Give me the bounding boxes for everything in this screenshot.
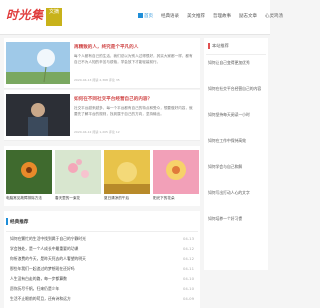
- gallery-item[interactable]: 春天里的一束花: [55, 150, 101, 202]
- sidebar-item[interactable]: 如何在工作中保持高效: [208, 138, 264, 144]
- gallery-item[interactable]: 阳光下的花朵: [153, 150, 199, 202]
- gallery-caption: 春天里的一束花: [55, 194, 101, 202]
- section-accent-bar: [6, 218, 8, 225]
- sidebar-item[interactable]: 如何写出打动人心的文字: [208, 190, 264, 196]
- sidebar-item[interactable]: 如何让自己变得更加优秀: [208, 60, 264, 66]
- sidebar-accent-bar: [208, 43, 210, 49]
- sidebar-item[interactable]: 如何坚持每天阅读一小时: [208, 112, 264, 118]
- post-meta: 2020-04-13 阅读 2,368 评论 35: [74, 78, 120, 82]
- logo-text: 时光集: [6, 8, 44, 22]
- post-card[interactable]: 如何在不同社交平台经营自己的内容？ 社交平台越来越多，每一个平台都有自己的特点和…: [4, 90, 200, 141]
- nav-item-quotes[interactable]: 经典语录: [161, 13, 179, 23]
- home-icon: [138, 13, 143, 18]
- section-header: 经典推荐: [6, 213, 198, 232]
- post-excerpt: 社交平台越来越多，每一个平台都有自己的特点和受众，想要做好内容，就要先了解平台的…: [74, 106, 193, 116]
- gallery-image-blossom: [55, 150, 101, 194]
- list-item[interactable]: 如何在繁忙的生活中找到属于自己的宁静时光 04-13: [10, 235, 194, 245]
- post-excerpt: 每个人都有自己的生活，我们总以为别人过得很好，其实大家都一样，都有自己不为人知的…: [74, 54, 193, 64]
- sidebar-title: 本站推荐: [212, 43, 229, 48]
- post-title[interactable]: 再精致的人，终究是个平凡的人: [74, 44, 194, 50]
- sidebar-header: 本站推荐: [206, 42, 266, 55]
- list-item[interactable]: 愿你历尽千帆，归来仍是少年 04-10: [10, 285, 194, 295]
- list-item[interactable]: 那些年我们一起追过的梦想现在还好吗 04-11: [10, 265, 194, 275]
- section-title: 经典推荐: [10, 220, 29, 225]
- nav-item-stories[interactable]: 哲理故事: [213, 13, 231, 23]
- post-thumbnail-boy[interactable]: [6, 94, 70, 136]
- site-logo[interactable]: 时光集 文摘: [6, 6, 62, 28]
- list-item[interactable]: 人生没有白走的路，每一步都算数 04-10: [10, 275, 194, 285]
- image-gallery: 电脑常见故障排除方法 春天里的一束花 夏日清凉的午后 阳光下的花朵: [4, 146, 200, 206]
- list-item[interactable]: 学会独处，是一个人成长中最重要的功课 04-12: [10, 245, 194, 255]
- post-title[interactable]: 如何在不同社交平台经营自己的内容？: [74, 96, 194, 102]
- gallery-caption: 夏日清凉的午后: [104, 194, 150, 202]
- sidebar-item[interactable]: 如何学会与自己和解: [208, 164, 264, 170]
- list-item[interactable]: 你所浪费的今天，是昨天死去的人奢望的明天 04-12: [10, 255, 194, 265]
- gallery-image-flower: [6, 150, 52, 194]
- nav-item-essays[interactable]: 美文推荐: [187, 13, 205, 23]
- gallery-item[interactable]: 电脑常见故障排除方法: [6, 150, 52, 202]
- gallery-caption: 阳光下的花朵: [153, 194, 199, 202]
- gallery-image-sunflower: [153, 150, 199, 194]
- site-header: 时光集 文摘 首页 经典语录 美文推荐 哲理故事 励志文章 心灵鸡汤: [0, 0, 283, 35]
- nav-item-inspiration[interactable]: 励志文章: [239, 13, 257, 23]
- post-meta: 2020-04-12 阅读 1,205 评论 12: [74, 130, 120, 134]
- sidebar-item[interactable]: 如何在社交平台经营自己的内容: [208, 86, 264, 92]
- list-item[interactable]: 生活不止眼前的苟且，还有诗和远方 04-09: [10, 295, 194, 305]
- gallery-caption: 电脑常见故障排除方法: [6, 194, 52, 202]
- sidebar: 本站推荐 如何让自己变得更加优秀 如何在社交平台经营自己的内容 如何坚持每天阅读…: [204, 38, 268, 270]
- nav-item-soul[interactable]: 心灵鸡汤: [265, 13, 283, 23]
- main-nav: 首页 经典语录 美文推荐 哲理故事 励志文章 心灵鸡汤: [138, 13, 291, 23]
- logo-badge: 文摘: [46, 8, 62, 26]
- recommend-section: 经典推荐 如何在繁忙的生活中找到属于自己的宁静时光 04-13 学会独处，是一个人…: [4, 211, 200, 308]
- nav-item-home[interactable]: 首页: [138, 13, 153, 23]
- post-card[interactable]: 再精致的人，终究是个平凡的人 每个人都有自己的生活，我们总以为别人过得很好，其实…: [4, 38, 200, 89]
- sidebar-item[interactable]: 如何培养一个好习惯: [208, 216, 264, 222]
- gallery-item[interactable]: 夏日清凉的午后: [104, 150, 150, 202]
- gallery-image-summer: [104, 150, 150, 194]
- post-thumbnail-dandelion[interactable]: [6, 42, 70, 84]
